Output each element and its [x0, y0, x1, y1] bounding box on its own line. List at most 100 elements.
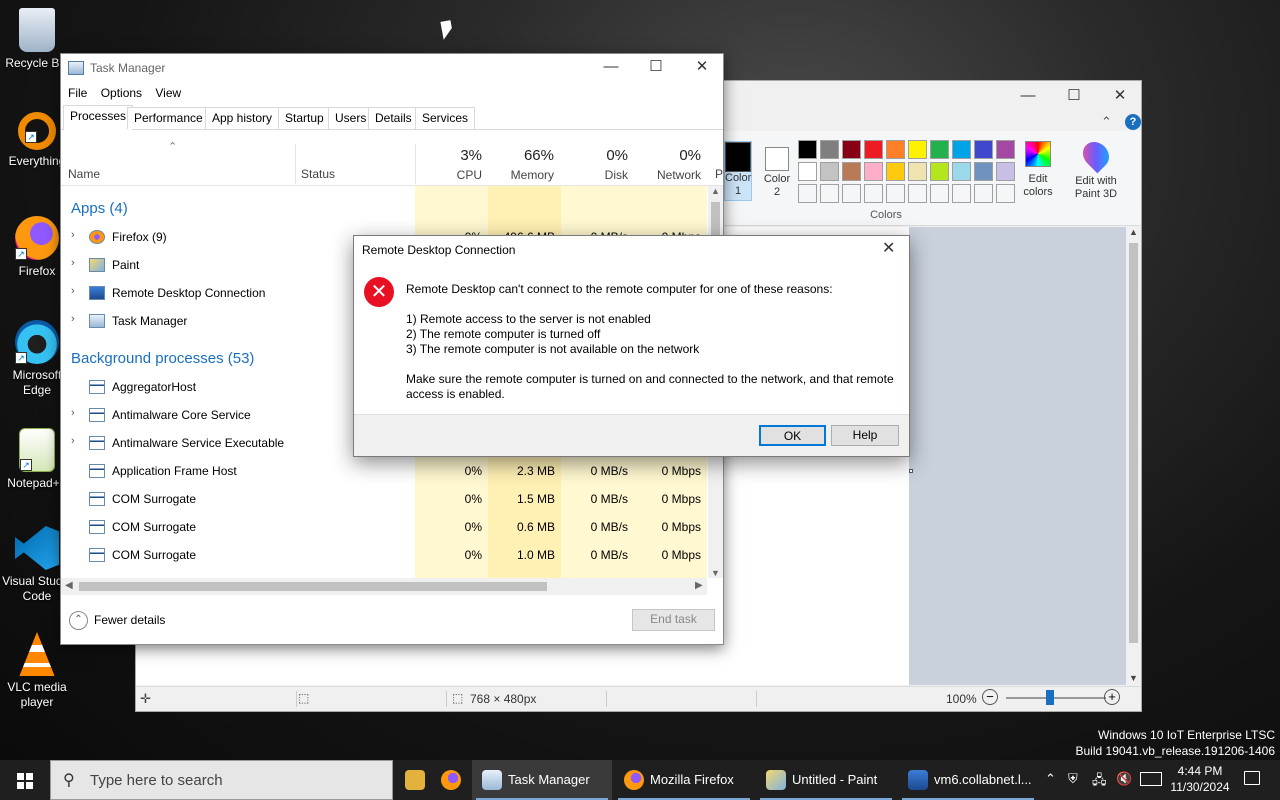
file-explorer-icon[interactable]: [405, 770, 425, 790]
process-row[interactable]: COM Surrogate 0% 1.0 MB 0 MB/s 0 Mbps: [61, 542, 707, 570]
palette-custom-swatch[interactable]: [798, 184, 817, 203]
palette-swatch[interactable]: [952, 140, 971, 159]
zoom-slider[interactable]: [1006, 697, 1106, 699]
volume-muted-icon[interactable]: 🔇: [1116, 771, 1132, 787]
palette-swatch[interactable]: [974, 140, 993, 159]
notifications-icon[interactable]: [1244, 771, 1260, 785]
tm-scroll-right-icon[interactable]: ▶: [695, 580, 703, 591]
column-cpu[interactable]: 3% CPU: [418, 147, 482, 182]
menu-options[interactable]: Options: [101, 86, 142, 100]
column-memory[interactable]: 66% Memory: [488, 147, 554, 182]
palette-swatch[interactable]: [952, 162, 971, 181]
tab-performance[interactable]: Performance: [127, 107, 210, 129]
palette-swatch[interactable]: [996, 140, 1015, 159]
process-row[interactable]: COM Surrogate 0% 1.5 MB 0 MB/s 0 Mbps: [61, 486, 707, 514]
column-name[interactable]: Name: [68, 167, 100, 181]
apps-group-header[interactable]: Apps (4): [71, 200, 128, 217]
taskbar-paint[interactable]: Untitled - Paint: [756, 760, 896, 800]
ribbon-collapse-icon[interactable]: ⌃: [1101, 114, 1112, 130]
tm-maximize-button[interactable]: ☐: [633, 52, 679, 82]
clock[interactable]: 4:44 PM 11/30/2024: [1170, 763, 1230, 795]
rdc-error-dialog[interactable]: Remote Desktop Connection ✕ ✕ Remote Des…: [353, 235, 910, 457]
process-row[interactable]: Application Frame Host 0% 2.3 MB 0 MB/s 0 Mb…: [61, 458, 707, 486]
palette-custom-swatch[interactable]: [864, 184, 883, 203]
search-box[interactable]: ⚲ Type here to search: [50, 760, 393, 800]
expand-chevron-icon[interactable]: ›: [71, 313, 75, 325]
palette-swatch[interactable]: [930, 140, 949, 159]
menu-view[interactable]: View: [155, 86, 181, 100]
color1-selector[interactable]: Color 1: [724, 141, 752, 201]
expand-chevron-icon[interactable]: ›: [71, 435, 75, 447]
palette-custom-swatch[interactable]: [842, 184, 861, 203]
canvas-resize-handle[interactable]: [909, 469, 913, 473]
palette-swatch[interactable]: [886, 162, 905, 181]
tm-scroll-up-icon[interactable]: ▲: [708, 186, 723, 196]
palette-swatch[interactable]: [798, 140, 817, 159]
tm-scroll-down-icon[interactable]: ▼: [708, 568, 723, 578]
palette-swatch[interactable]: [798, 162, 817, 181]
zoom-slider-thumb[interactable]: [1046, 690, 1054, 705]
security-tray-icon[interactable]: ⛨: [1068, 771, 1078, 787]
taskbar-task-manager[interactable]: Task Manager: [472, 760, 612, 800]
tab-details[interactable]: Details: [368, 107, 419, 129]
expand-chevron-icon[interactable]: ›: [71, 407, 75, 419]
palette-swatch[interactable]: [820, 162, 839, 181]
edit-paint3d-button[interactable]: Edit with Paint 3D: [1068, 136, 1124, 201]
zoom-out-button[interactable]: −: [982, 689, 998, 705]
palette-swatch[interactable]: [864, 140, 883, 159]
palette-swatch[interactable]: [974, 162, 993, 181]
tab-processes[interactable]: Processes: [63, 105, 134, 130]
start-button[interactable]: [0, 760, 50, 800]
palette-custom-swatch[interactable]: [886, 184, 905, 203]
palette-swatch[interactable]: [908, 140, 927, 159]
tm-scroll-left-icon[interactable]: ◀: [65, 580, 73, 591]
palette-custom-swatch[interactable]: [930, 184, 949, 203]
palette-swatch[interactable]: [820, 140, 839, 159]
palette-custom-swatch[interactable]: [996, 184, 1015, 203]
palette-swatch[interactable]: [930, 162, 949, 181]
network-tray-icon[interactable]: 🖧: [1092, 771, 1107, 793]
column-disk[interactable]: 0% Disk: [561, 147, 628, 182]
edit-colors-button[interactable]: Edit colors: [1021, 141, 1055, 199]
palette-custom-swatch[interactable]: [952, 184, 971, 203]
end-task-button[interactable]: End task: [632, 609, 715, 631]
palette-swatch[interactable]: [842, 162, 861, 181]
column-network[interactable]: 0% Network: [634, 147, 701, 182]
tm-minimize-button[interactable]: —: [588, 52, 634, 82]
expand-chevron-icon[interactable]: ›: [71, 285, 75, 297]
show-hidden-icons-chevron-icon[interactable]: ⌃: [1045, 771, 1056, 787]
scroll-up-arrow-icon[interactable]: ▲: [1126, 227, 1141, 237]
paint-minimize-button[interactable]: —: [1005, 81, 1051, 111]
scroll-down-arrow-icon[interactable]: ▼: [1126, 673, 1141, 683]
palette-swatch[interactable]: [864, 162, 883, 181]
zoom-in-button[interactable]: +: [1104, 689, 1120, 705]
tab-users[interactable]: Users: [328, 107, 374, 129]
palette-swatch[interactable]: [996, 162, 1015, 181]
process-row[interactable]: COM Surrogate 0% 0.6 MB 0 MB/s 0 Mbps: [61, 514, 707, 542]
paint-maximize-button[interactable]: ☐: [1051, 81, 1097, 111]
column-status[interactable]: Status: [301, 167, 335, 181]
fewer-details-icon[interactable]: ⌃: [69, 611, 88, 630]
column-power[interactable]: P: [715, 167, 723, 181]
expand-chevron-icon[interactable]: ›: [71, 229, 75, 241]
dialog-close-button[interactable]: ✕: [882, 238, 895, 258]
keyboard-icon[interactable]: [1140, 772, 1162, 786]
expand-chevron-icon[interactable]: ›: [71, 257, 75, 269]
tab-app-history[interactable]: App history: [205, 107, 280, 129]
palette-swatch[interactable]: [908, 162, 927, 181]
color2-selector[interactable]: Color 2: [760, 141, 794, 203]
tm-close-button[interactable]: ✕: [679, 52, 725, 82]
ok-button[interactable]: OK: [759, 425, 826, 446]
tab-startup[interactable]: Startup: [278, 107, 331, 129]
tab-services[interactable]: Services: [415, 107, 476, 129]
palette-swatch[interactable]: [842, 140, 861, 159]
tm-horizontal-scrollbar[interactable]: ◀ ▶: [61, 578, 707, 595]
background-group-header[interactable]: Background processes (53): [71, 350, 254, 367]
palette-custom-swatch[interactable]: [974, 184, 993, 203]
taskbar-remote-desktop[interactable]: vm6.collabnet.l...: [898, 760, 1038, 800]
paint-close-button[interactable]: ✕: [1097, 81, 1143, 111]
palette-swatch[interactable]: [886, 140, 905, 159]
help-button[interactable]: Help: [831, 425, 899, 446]
fewer-details-link[interactable]: Fewer details: [94, 613, 165, 627]
palette-custom-swatch[interactable]: [908, 184, 927, 203]
